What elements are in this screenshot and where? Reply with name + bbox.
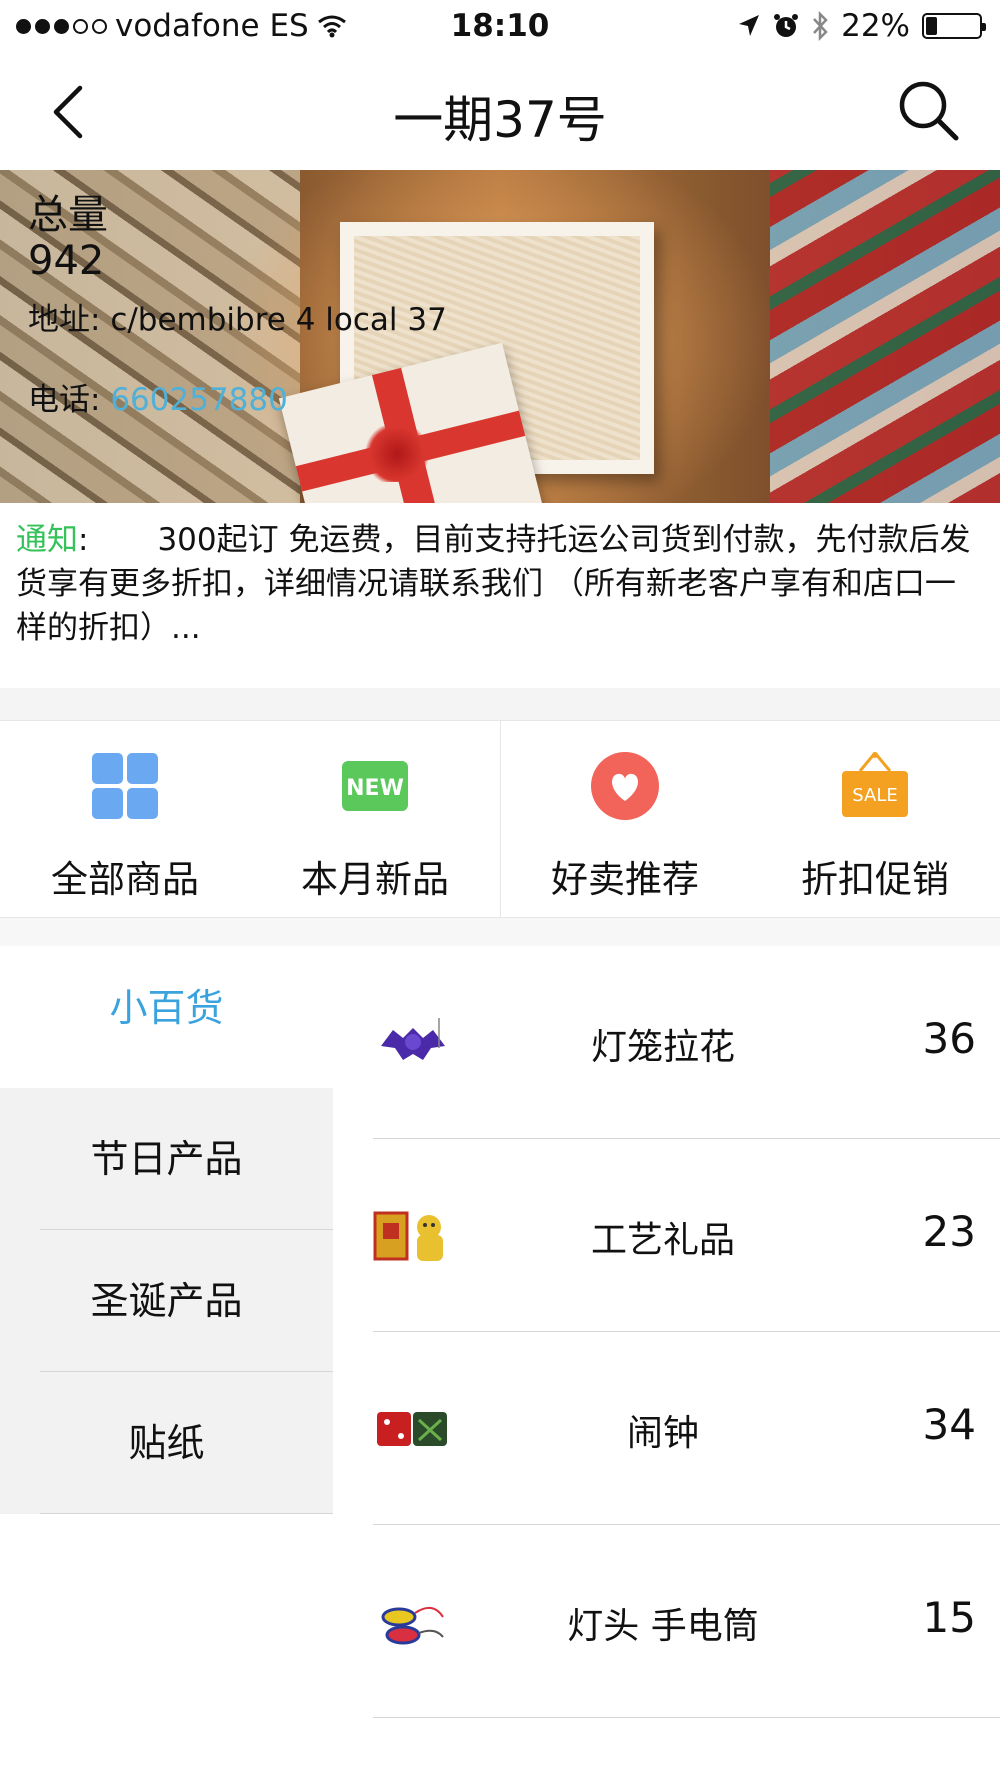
location-arrow-icon xyxy=(739,15,760,36)
phone-label: 电话: xyxy=(28,382,101,418)
banner-bow-image xyxy=(362,426,432,482)
sidebar-item-small-goods[interactable]: 小百货 xyxy=(0,946,333,1088)
subcategory-name: 闹钟 xyxy=(626,1413,699,1454)
sale-sign-icon: SALE xyxy=(842,752,908,817)
status-bar: vodafone ES 18:10 22% xyxy=(0,0,1000,56)
banner-gifts-decoration xyxy=(770,170,1000,503)
section-divider xyxy=(0,918,1000,946)
section-divider xyxy=(0,688,1000,720)
category-label: 本月新品 xyxy=(301,858,449,901)
category-recommended[interactable]: 好卖推荐 xyxy=(500,721,750,919)
subcategory-count: 23 xyxy=(922,1207,976,1256)
dice-clock-thumbnail xyxy=(377,1412,447,1446)
category-all-products[interactable]: 全部商品 xyxy=(0,721,250,919)
total-label: 总量 xyxy=(28,192,108,238)
sidebar-item-label: 小百货 xyxy=(109,986,224,1030)
grid-icon xyxy=(92,753,158,819)
subcategory-name: 灯笼拉花 xyxy=(590,1027,735,1068)
lucky-cat-thumbnail xyxy=(373,1211,443,1261)
subcategory-name: 灯头 手电筒 xyxy=(567,1606,759,1647)
sidebar-item-stickers[interactable]: 贴纸 xyxy=(0,1372,333,1514)
category-label: 折扣促销 xyxy=(801,858,949,901)
keychain-light-thumbnail xyxy=(381,1606,444,1645)
list-item[interactable]: 灯笼拉花 36 xyxy=(373,946,1000,1139)
notice-label: 通知 xyxy=(16,522,78,558)
nav-bar: 一期37号 xyxy=(0,56,1000,170)
svg-text:NEW: NEW xyxy=(346,776,404,801)
sidebar-item-label: 节日产品 xyxy=(90,1137,243,1181)
store-banner: 总量 942 地址: c/bembibre 4 local 37 电话: 660… xyxy=(0,170,1000,503)
search-icon[interactable] xyxy=(896,78,960,142)
sidebar-item-label: 贴纸 xyxy=(128,1421,205,1465)
subcategory-name: 工艺礼品 xyxy=(590,1220,735,1261)
sidebar-item-holiday-products[interactable]: 节日产品 xyxy=(0,1088,333,1230)
category-label: 好卖推荐 xyxy=(551,858,699,901)
subcategory-list: 灯笼拉花 36 工艺礼品 23 闹钟 34 灯头 手电筒 15 xyxy=(373,946,1000,1718)
heart-icon xyxy=(591,752,659,820)
phone-link[interactable]: 660257880 xyxy=(110,382,288,418)
list-item[interactable]: 灯头 手电筒 15 xyxy=(373,1525,1000,1718)
address-label: 地址: xyxy=(28,302,101,338)
store-notice[interactable]: 通知: 300起订 免运费，目前支持托运公司货到付款，先付款后发货享有更多折扣，… xyxy=(16,518,976,650)
category-sidebar: 小百货 节日产品 圣诞产品 贴纸 xyxy=(0,946,333,1514)
category-new-this-month[interactable]: NEW 本月新品 xyxy=(250,721,500,919)
status-right: 22% xyxy=(737,8,986,44)
category-shortcuts: 全部商品 NEW 本月新品 好卖推荐 SALE 折扣促销 xyxy=(0,720,1000,919)
notice-separator: : xyxy=(78,522,89,558)
category-discounts[interactable]: SALE 折扣促销 xyxy=(750,721,1000,919)
battery-icon xyxy=(922,13,986,39)
list-item[interactable]: 闹钟 34 xyxy=(373,1332,1000,1525)
subcategory-count: 36 xyxy=(922,1014,976,1063)
notice-text: 300起订 免运费，目前支持托运公司货到付款，先付款后发货享有更多折扣，详细情况… xyxy=(16,522,971,646)
total-value: 942 xyxy=(28,238,105,284)
sidebar-item-label: 圣诞产品 xyxy=(90,1279,243,1323)
page-title: 一期37号 xyxy=(393,91,607,149)
store-phone: 电话: 660257880 xyxy=(28,374,288,419)
category-label: 全部商品 xyxy=(51,858,199,901)
bat-decoration-thumbnail xyxy=(381,1018,445,1060)
battery-percent: 22% xyxy=(841,8,910,44)
address-value: c/bembibre 4 local 37 xyxy=(110,302,447,338)
store-address: 地址: c/bembibre 4 local 37 xyxy=(28,294,447,339)
subcategory-count: 15 xyxy=(922,1593,976,1642)
subcategory-count: 34 xyxy=(922,1400,976,1449)
sidebar-item-christmas-products[interactable]: 圣诞产品 xyxy=(0,1230,333,1372)
list-item[interactable]: 工艺礼品 23 xyxy=(373,1139,1000,1332)
svg-text:SALE: SALE xyxy=(852,785,897,806)
new-badge-icon: NEW xyxy=(342,761,408,811)
bluetooth-icon xyxy=(813,11,828,41)
alarm-icon xyxy=(774,14,799,37)
